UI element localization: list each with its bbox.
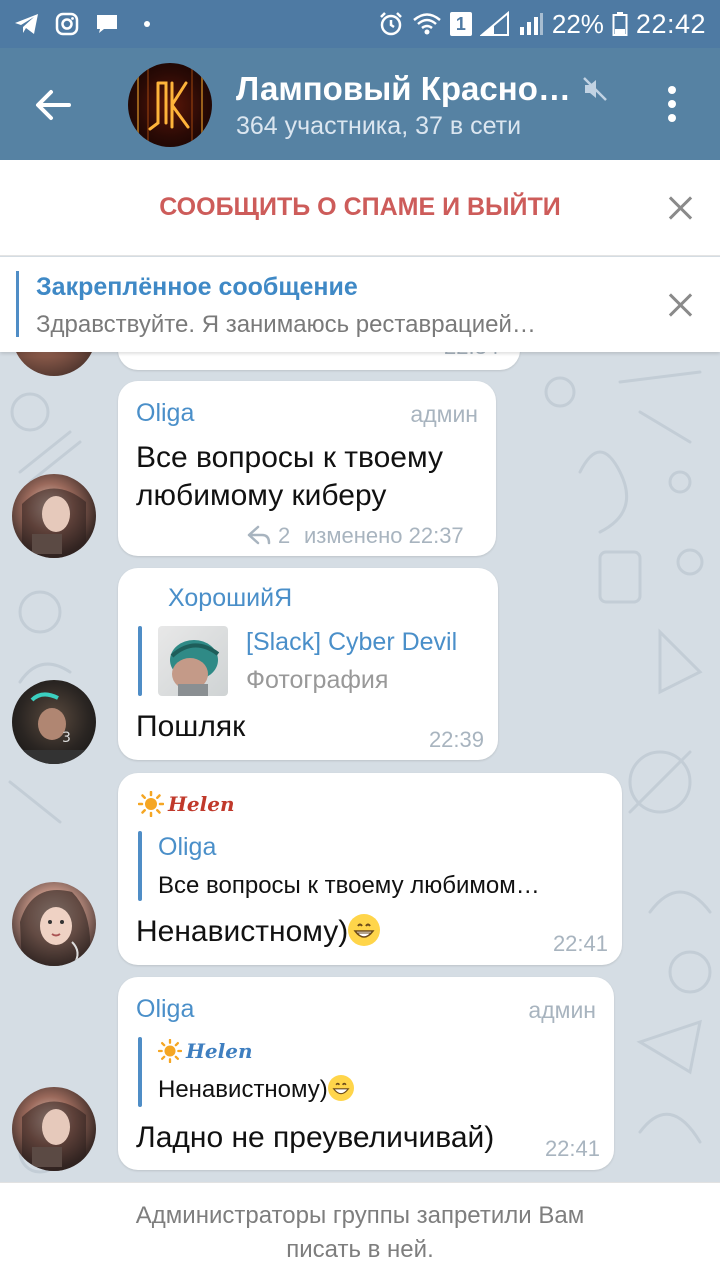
message-sender[interactable]: ХорошийЯ bbox=[168, 584, 292, 613]
reply-accent-line bbox=[138, 1037, 142, 1107]
svg-text:3: 3 bbox=[62, 730, 71, 746]
message-sender[interactable]: Oliga bbox=[136, 995, 194, 1024]
message-bubble[interactable]: ХорошийЯ [Slack] Cyber Devil Фотография … bbox=[118, 568, 498, 760]
sun-icon bbox=[158, 1039, 182, 1063]
reply-text: Фотография bbox=[246, 666, 389, 694]
alarm-icon bbox=[379, 12, 402, 36]
avatar-khoroshiy[interactable]: 3 bbox=[12, 680, 96, 764]
message-sender[interactable]: Oliga bbox=[136, 399, 194, 428]
more-notifications-dot-icon bbox=[134, 11, 160, 37]
grinning-emoji-icon bbox=[348, 914, 381, 946]
pinned-accent-line bbox=[16, 271, 19, 337]
chat-header: Ламповый Красно… 364 участника, 37 в сет… bbox=[0, 48, 720, 160]
admin-badge: админ bbox=[528, 997, 596, 1023]
message-sender[interactable]: Helen bbox=[138, 791, 234, 817]
reply-count[interactable]: 2 bbox=[278, 523, 290, 549]
avatar-helen[interactable] bbox=[12, 882, 96, 966]
clock: 22:42 bbox=[635, 8, 706, 39]
message-text: Все вопросы к твоему любимому киберу bbox=[136, 441, 443, 512]
message-time: 22:41 bbox=[544, 1136, 600, 1161]
message-notification-icon bbox=[94, 11, 120, 37]
close-pinned-icon[interactable] bbox=[665, 290, 695, 320]
reply-text: Все вопросы к твоему любимом… bbox=[158, 872, 540, 899]
message-bubble[interactable]: 22:34 bbox=[118, 352, 520, 370]
reply-arrow-icon bbox=[247, 525, 271, 545]
message-time: 22:41 bbox=[552, 931, 608, 956]
message-bubble[interactable]: Oliga админ Все вопросы к твоему любимом… bbox=[118, 381, 496, 556]
message-time: 22:34 bbox=[444, 352, 499, 360]
reply-sender: [Slack] Cyber Devil bbox=[246, 628, 458, 656]
chat-avatar[interactable] bbox=[128, 63, 212, 147]
more-options-button[interactable] bbox=[652, 82, 692, 126]
report-spam-button[interactable]: СООБЩИТЬ О СПАМЕ И ВЫЙТИ bbox=[0, 193, 720, 222]
message-time: изменено 22:37 bbox=[304, 523, 464, 548]
avatar-oliga[interactable] bbox=[12, 1087, 96, 1171]
pinned-message-bar[interactable]: Закреплённое сообщение Здравствуйте. Я з… bbox=[0, 257, 720, 352]
reply-accent-line bbox=[138, 626, 142, 696]
pinned-title: Закреплённое сообщение bbox=[36, 273, 358, 301]
sun-icon bbox=[138, 791, 164, 817]
grinning-emoji-icon bbox=[327, 1075, 354, 1101]
reply-sender: Oliga bbox=[158, 833, 217, 861]
write-restricted-notice: Администраторы группы запретили Вам писа… bbox=[0, 1182, 720, 1280]
signal-icon bbox=[479, 11, 509, 36]
message-text: Ненавистному) bbox=[136, 913, 381, 951]
message-text: Пошляк bbox=[136, 710, 246, 743]
pinned-text: Здравствуйте. Я занимаюсь реставрацией… bbox=[36, 311, 536, 338]
avatar-oliga[interactable] bbox=[12, 474, 96, 558]
arrow-back-icon bbox=[36, 90, 71, 120]
battery-percent: 22% bbox=[551, 8, 604, 39]
signal-bars-icon bbox=[519, 13, 543, 35]
status-bar: 1 22% 22:42 bbox=[0, 0, 720, 48]
telegram-notification-icon bbox=[14, 11, 40, 37]
chat-title[interactable]: Ламповый Красно… bbox=[236, 70, 571, 108]
reply-accent-line bbox=[138, 831, 142, 901]
battery-icon bbox=[612, 12, 628, 36]
reply-photo-thumbnail[interactable] bbox=[158, 626, 228, 696]
instagram-notification-icon bbox=[54, 11, 80, 37]
close-spam-bar-icon[interactable] bbox=[665, 193, 695, 223]
message-time: 22:39 bbox=[428, 727, 484, 752]
reply-text: Ненавистному) bbox=[158, 1075, 354, 1104]
reply-sender: Helen bbox=[158, 1039, 252, 1063]
sim-badge: 1 bbox=[449, 12, 472, 36]
report-spam-bar: СООБЩИТЬ О СПАМЕ И ВЫЙТИ bbox=[0, 160, 720, 256]
message-text: Ладно не преувеличивай) bbox=[136, 1121, 495, 1154]
message-bubble[interactable]: Oliga админ Helen Ненавистному) Ладно не… bbox=[118, 977, 614, 1170]
back-button[interactable] bbox=[28, 80, 78, 130]
chat-members-status: 364 участника, 37 в сети bbox=[236, 112, 522, 140]
restricted-notice-text: Администраторы группы запретили Вам писа… bbox=[135, 1202, 585, 1263]
admin-badge: админ bbox=[410, 401, 478, 427]
chat-messages-area[interactable]: 22:34 Oliga админ Все вопросы к твоему л… bbox=[0, 352, 720, 1182]
wifi-icon bbox=[413, 13, 441, 35]
message-bubble[interactable]: Helen Oliga Все вопросы к твоему любимом… bbox=[118, 773, 622, 965]
muted-speaker-icon bbox=[583, 77, 607, 101]
